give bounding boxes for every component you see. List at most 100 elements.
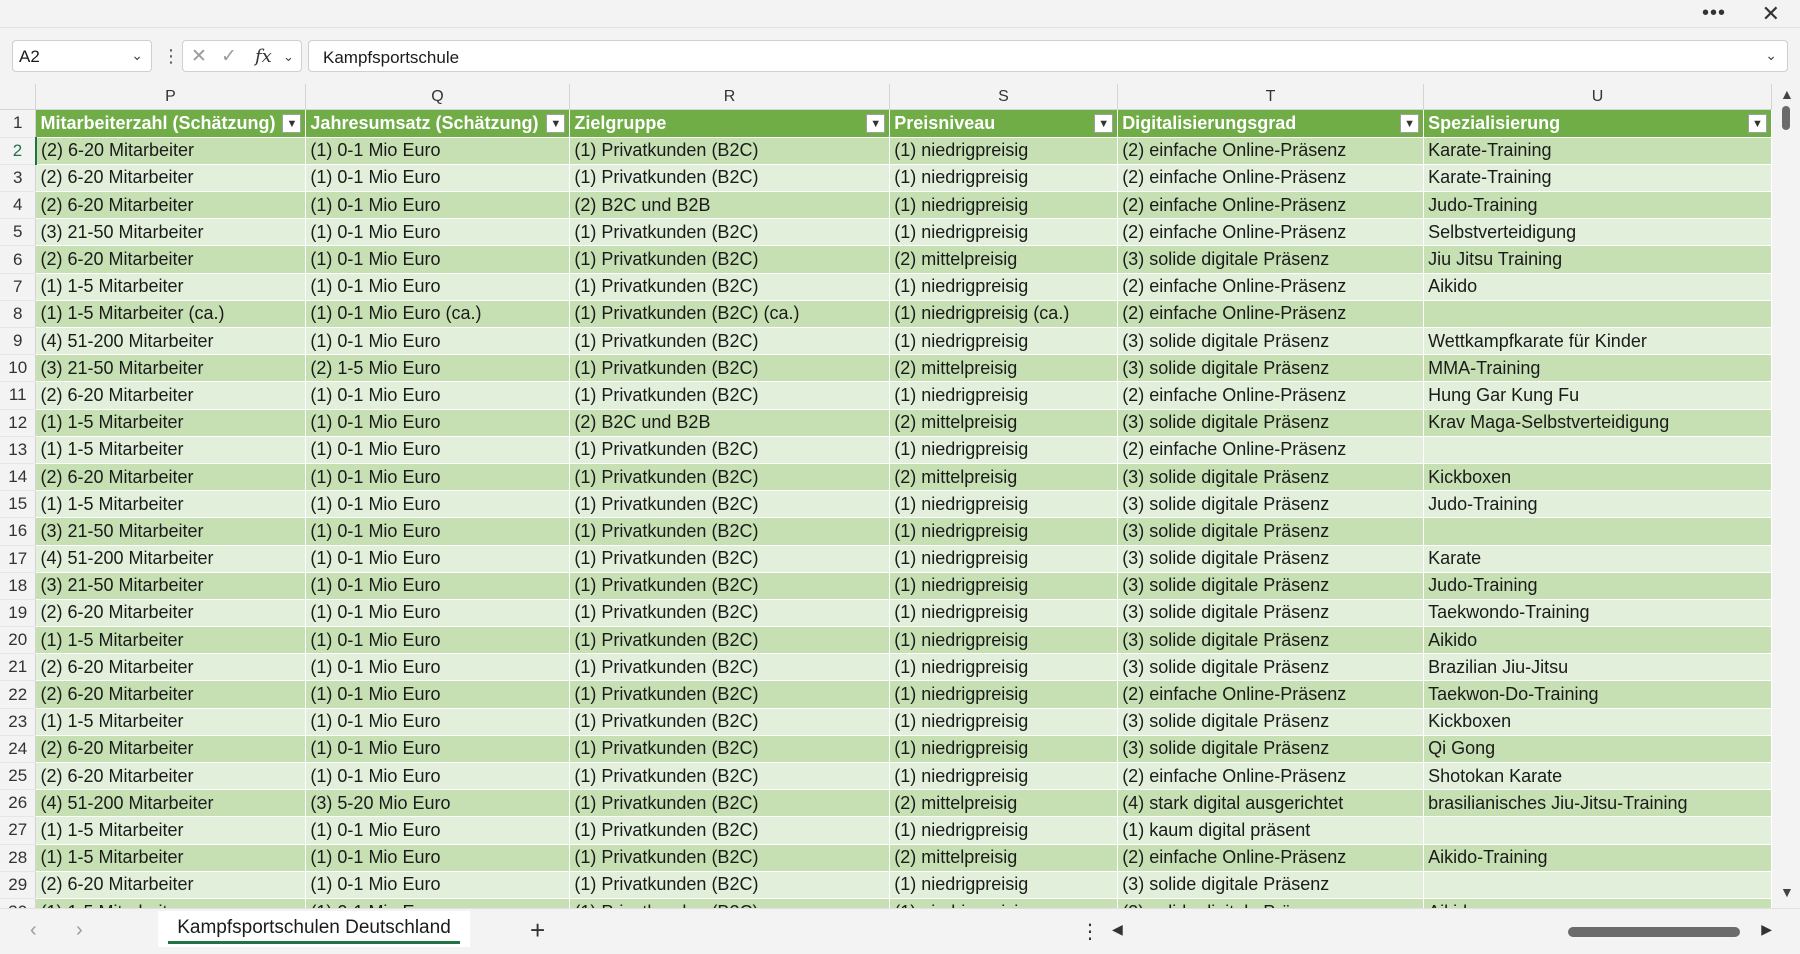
table-cell[interactable]: (2) mittelpreisig	[889, 789, 1119, 818]
table-cell[interactable]: Aikido	[1423, 898, 1772, 908]
table-cell[interactable]: (3) solide digitale Präsenz	[1117, 626, 1425, 655]
table-cell[interactable]: (1) Privatkunden (B2C)	[569, 490, 891, 519]
table-cell[interactable]: (1) 0-1 Mio Euro	[305, 816, 571, 845]
table-cell[interactable]: (1) 0-1 Mio Euro	[305, 572, 571, 600]
table-cell[interactable]: (3) solide digitale Präsenz	[1117, 871, 1425, 899]
column-header-r[interactable]: R	[570, 84, 890, 110]
table-cell[interactable]: (2) einfache Online-Präsenz	[1117, 164, 1425, 193]
row-number[interactable]: 29	[0, 871, 37, 899]
table-cell[interactable]: Shotokan Karate	[1423, 762, 1772, 791]
table-cell[interactable]: Karate-Training	[1423, 137, 1772, 165]
table-cell[interactable]: (1) Privatkunden (B2C)	[569, 463, 891, 492]
table-cell[interactable]: (1) 0-1 Mio Euro	[305, 844, 571, 872]
column-header-q[interactable]: Q	[306, 84, 570, 110]
name-box[interactable]: A2 ⌄	[12, 40, 152, 72]
table-cell[interactable]: Aikido	[1423, 626, 1772, 655]
table-cell[interactable]: (1) Privatkunden (B2C)	[569, 517, 891, 546]
table-cell[interactable]: (2) mittelpreisig	[889, 409, 1119, 437]
insert-function-icon[interactable]: fx	[255, 46, 272, 67]
table-cell[interactable]: (1) Privatkunden (B2C)	[569, 218, 891, 247]
table-cell[interactable]: (1) 0-1 Mio Euro	[305, 708, 571, 736]
row-number[interactable]: 15	[0, 490, 37, 519]
table-cell[interactable]: (1) 0-1 Mio Euro	[305, 191, 571, 220]
table-cell[interactable]: (2) 6-20 Mitarbeiter	[35, 871, 307, 899]
column-header-s[interactable]: S	[890, 84, 1118, 110]
table-cell[interactable]: (2) einfache Online-Präsenz	[1117, 436, 1425, 464]
table-cell[interactable]: (1) Privatkunden (B2C)	[569, 545, 891, 573]
table-cell[interactable]: (2) einfache Online-Präsenz	[1117, 762, 1425, 791]
header-cell[interactable]: Digitalisierungsgrad ▼	[1117, 110, 1425, 138]
scroll-up-icon[interactable]: ▲	[1780, 86, 1794, 102]
more-vertical-icon[interactable]: ⋮	[1080, 919, 1100, 944]
table-cell[interactable]: (4) stark digital ausgerichtet	[1117, 789, 1425, 818]
table-cell[interactable]: Aikido	[1423, 273, 1772, 301]
row-number[interactable]: 22	[0, 680, 37, 709]
scroll-thumb[interactable]	[1568, 927, 1740, 937]
horizontal-scrollbar[interactable]: ◀ ▶	[1112, 921, 1772, 941]
table-cell[interactable]: (1) 0-1 Mio Euro	[305, 680, 571, 709]
table-cell[interactable]: (1) 1-5 Mitarbeiter	[35, 898, 307, 908]
formula-input[interactable]: Kampfsportschule ⌄	[308, 40, 1788, 72]
table-cell[interactable]: (2) 6-20 Mitarbeiter	[35, 680, 307, 709]
table-cell[interactable]: Hung Gar Kung Fu	[1423, 381, 1772, 410]
table-cell[interactable]: Taekwondo-Training	[1423, 599, 1772, 628]
table-cell[interactable]	[1423, 816, 1772, 845]
table-cell[interactable]: (2) mittelpreisig	[889, 463, 1119, 492]
column-header-p[interactable]: P	[36, 84, 306, 110]
table-cell[interactable]: (4) 51-200 Mitarbeiter	[35, 327, 307, 356]
table-cell[interactable]: (2) 6-20 Mitarbeiter	[35, 245, 307, 274]
vertical-scrollbar[interactable]: ▲ ▼	[1772, 84, 1800, 908]
row-number[interactable]: 16	[0, 517, 37, 546]
row-number[interactable]: 14	[0, 463, 37, 492]
filter-dropdown-icon[interactable]: ▼	[1094, 114, 1114, 133]
row-number[interactable]: 10	[0, 354, 37, 383]
table-cell[interactable]: (3) solide digitale Präsenz	[1117, 327, 1425, 356]
table-cell[interactable]: (3) solide digitale Präsenz	[1117, 517, 1425, 546]
table-cell[interactable]: (3) solide digitale Präsenz	[1117, 245, 1425, 274]
row-number[interactable]: 4	[0, 191, 37, 220]
table-cell[interactable]: (1) Privatkunden (B2C)	[569, 327, 891, 356]
table-cell[interactable]: (2) einfache Online-Präsenz	[1117, 273, 1425, 301]
table-cell[interactable]: (1) Privatkunden (B2C)	[569, 164, 891, 193]
table-cell[interactable]: (1) 1-5 Mitarbeiter	[35, 490, 307, 519]
table-cell[interactable]: (1) 0-1 Mio Euro	[305, 218, 571, 247]
table-cell[interactable]: (1) 1-5 Mitarbeiter	[35, 409, 307, 437]
table-cell[interactable]: (1) 0-1 Mio Euro (ca.)	[305, 300, 571, 329]
table-cell[interactable]	[1423, 871, 1772, 899]
table-cell[interactable]: (1) niedrigpreisig	[889, 137, 1119, 165]
row-number[interactable]: 25	[0, 762, 37, 791]
table-cell[interactable]: (2) mittelpreisig	[889, 245, 1119, 274]
previous-sheet-icon[interactable]: ‹	[30, 919, 37, 942]
table-cell[interactable]: (2) 6-20 Mitarbeiter	[35, 381, 307, 410]
table-cell[interactable]: (1) niedrigpreisig	[889, 191, 1119, 220]
table-cell[interactable]: (1) Privatkunden (B2C)	[569, 735, 891, 764]
table-cell[interactable]: MMA-Training	[1423, 354, 1772, 383]
table-cell[interactable]: (2) mittelpreisig	[889, 844, 1119, 872]
row-number[interactable]: 2	[0, 137, 37, 165]
table-cell[interactable]: (1) 0-1 Mio Euro	[305, 436, 571, 464]
table-cell[interactable]: (1) 1-5 Mitarbeiter	[35, 844, 307, 872]
table-cell[interactable]: (1) 0-1 Mio Euro	[305, 409, 571, 437]
table-cell[interactable]: (3) 21-50 Mitarbeiter	[35, 218, 307, 247]
scroll-right-icon[interactable]: ▶	[1761, 921, 1772, 938]
table-cell[interactable]: brasilianisches Jiu-Jitsu-Training	[1423, 789, 1772, 818]
row-number[interactable]: 7	[0, 273, 37, 301]
table-cell[interactable]: (1) Privatkunden (B2C)	[569, 762, 891, 791]
table-cell[interactable]: (2) 1-5 Mio Euro	[305, 354, 571, 383]
table-cell[interactable]: (1) niedrigpreisig	[889, 545, 1119, 573]
table-cell[interactable]: (1) 0-1 Mio Euro	[305, 245, 571, 274]
more-options-icon[interactable]: •••	[1702, 2, 1726, 25]
table-cell[interactable]: (1) 0-1 Mio Euro	[305, 735, 571, 764]
table-cell[interactable]: (3) solide digitale Präsenz	[1117, 599, 1425, 628]
table-cell[interactable]: Aikido-Training	[1423, 844, 1772, 872]
table-cell[interactable]: (1) Privatkunden (B2C)	[569, 137, 891, 165]
table-cell[interactable]: (1) Privatkunden (B2C)	[569, 572, 891, 600]
table-cell[interactable]: Kickboxen	[1423, 463, 1772, 492]
table-cell[interactable]: (3) solide digitale Präsenz	[1117, 463, 1425, 492]
table-cell[interactable]: (1) 1-5 Mitarbeiter	[35, 436, 307, 464]
table-cell[interactable]: (1) 1-5 Mitarbeiter	[35, 816, 307, 845]
table-cell[interactable]: Judo-Training	[1423, 572, 1772, 600]
table-cell[interactable]: (1) 0-1 Mio Euro	[305, 490, 571, 519]
table-cell[interactable]: (1) 0-1 Mio Euro	[305, 871, 571, 899]
table-cell[interactable]: (2) 6-20 Mitarbeiter	[35, 164, 307, 193]
